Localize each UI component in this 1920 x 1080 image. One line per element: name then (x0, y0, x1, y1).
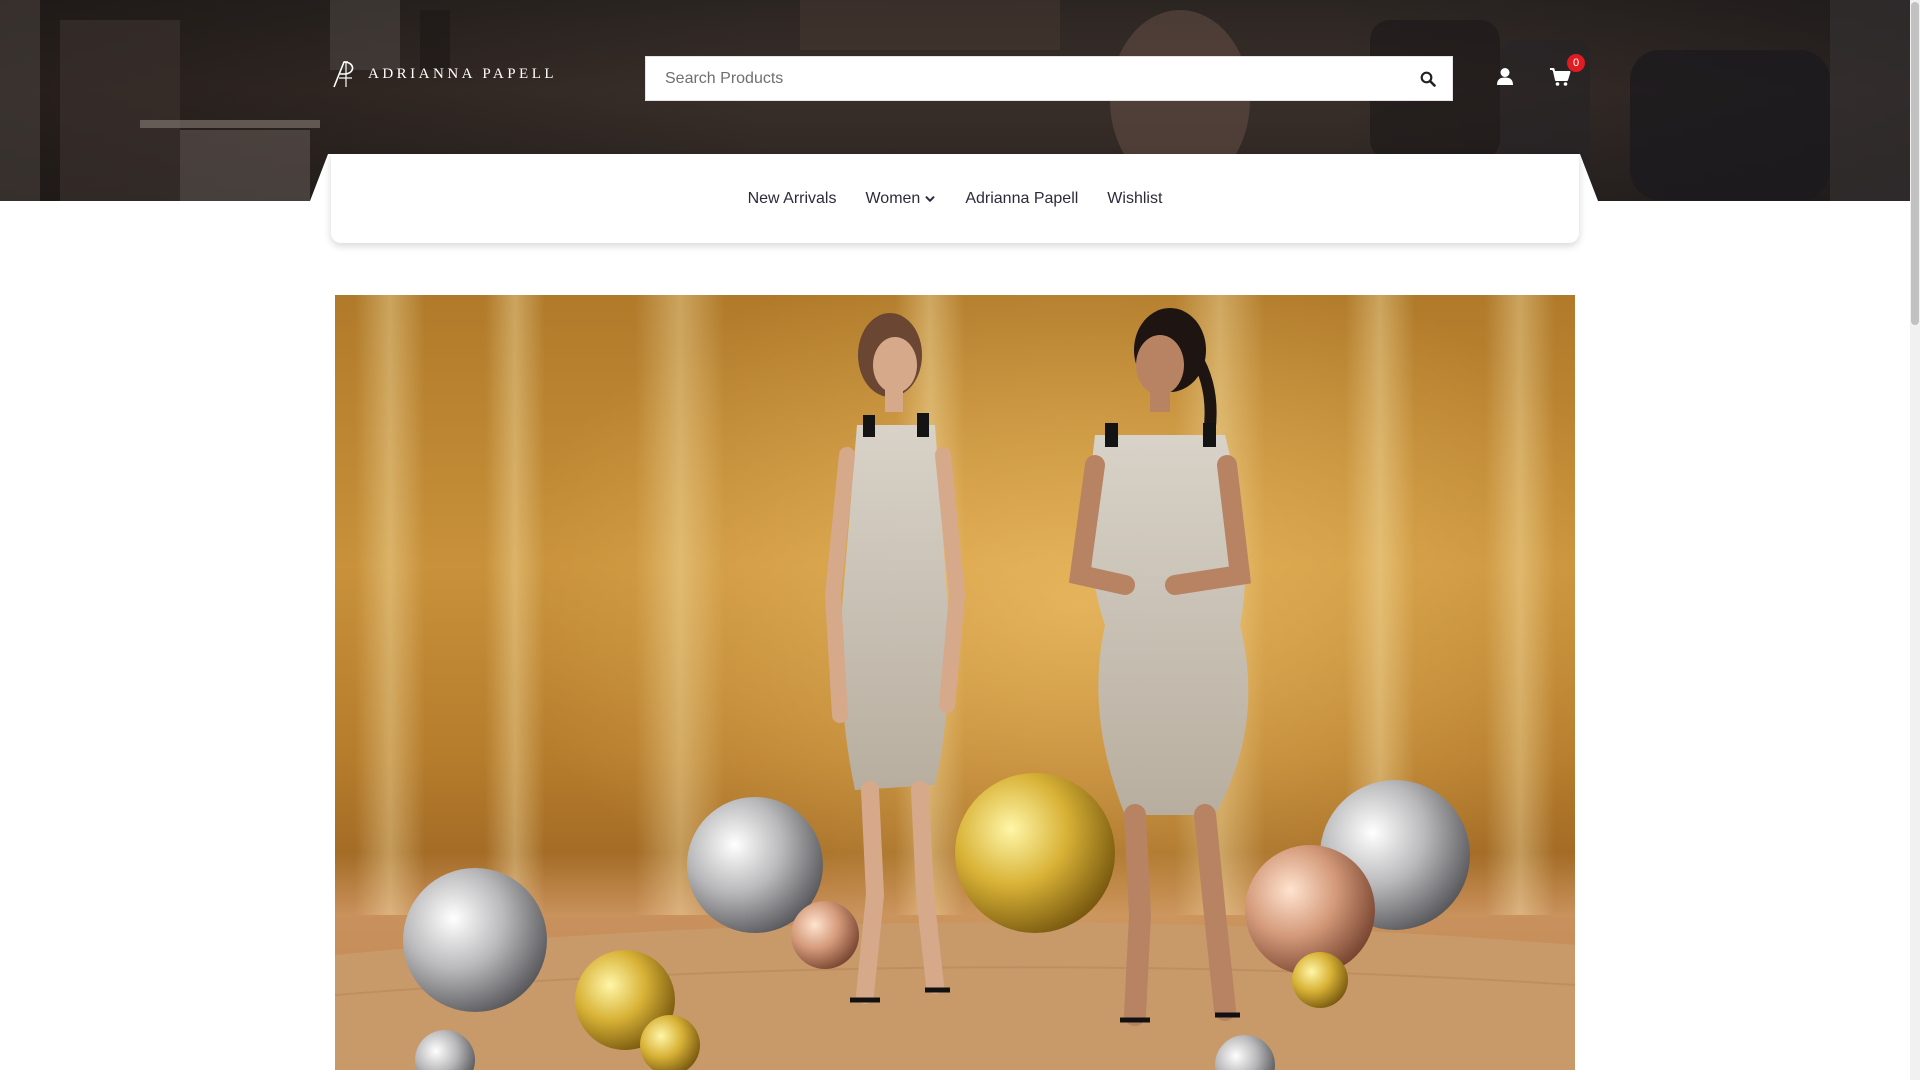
nav-item-label: New Arrivals (747, 189, 837, 207)
brand-logo[interactable]: ADRIANNA PAPELL (330, 58, 557, 90)
hero-illustration (335, 295, 1575, 1070)
chevron-down-icon (925, 195, 935, 202)
nav-item-women[interactable]: Women (865, 190, 936, 208)
cart-button[interactable] (1549, 67, 1571, 87)
ap-monogram-icon (333, 61, 354, 88)
nav-item-wishlist[interactable]: Wishlist (1107, 190, 1162, 208)
search-bar (645, 56, 1453, 101)
brand-name: ADRIANNA PAPELL (368, 65, 558, 82)
cart-count-badge: 0 (1567, 54, 1585, 72)
search-button[interactable] (1416, 67, 1440, 91)
vertical-scrollbar[interactable] (1910, 0, 1920, 1080)
page: ADRIANNA PAPELL 0 (0, 0, 1920, 1080)
nav-item-label: Adrianna Papell (965, 189, 1079, 207)
user-icon (1497, 68, 1513, 85)
scrollbar-thumb[interactable] (1911, 2, 1919, 325)
nav-item-new-arrivals[interactable]: New Arrivals (748, 190, 837, 208)
account-button[interactable] (1494, 66, 1516, 88)
nav-item-label: Women (865, 189, 921, 207)
cart-icon (1550, 68, 1571, 86)
nav-item-adrianna-papell[interactable]: Adrianna Papell (965, 190, 1078, 208)
main-navigation: New Arrivals Women Adrianna Papell Wishl… (331, 154, 1579, 243)
search-input[interactable] (646, 57, 1386, 100)
search-icon (1420, 71, 1436, 87)
hero-banner-image[interactable] (335, 295, 1575, 1070)
nav-item-label: Wishlist (1107, 189, 1163, 207)
